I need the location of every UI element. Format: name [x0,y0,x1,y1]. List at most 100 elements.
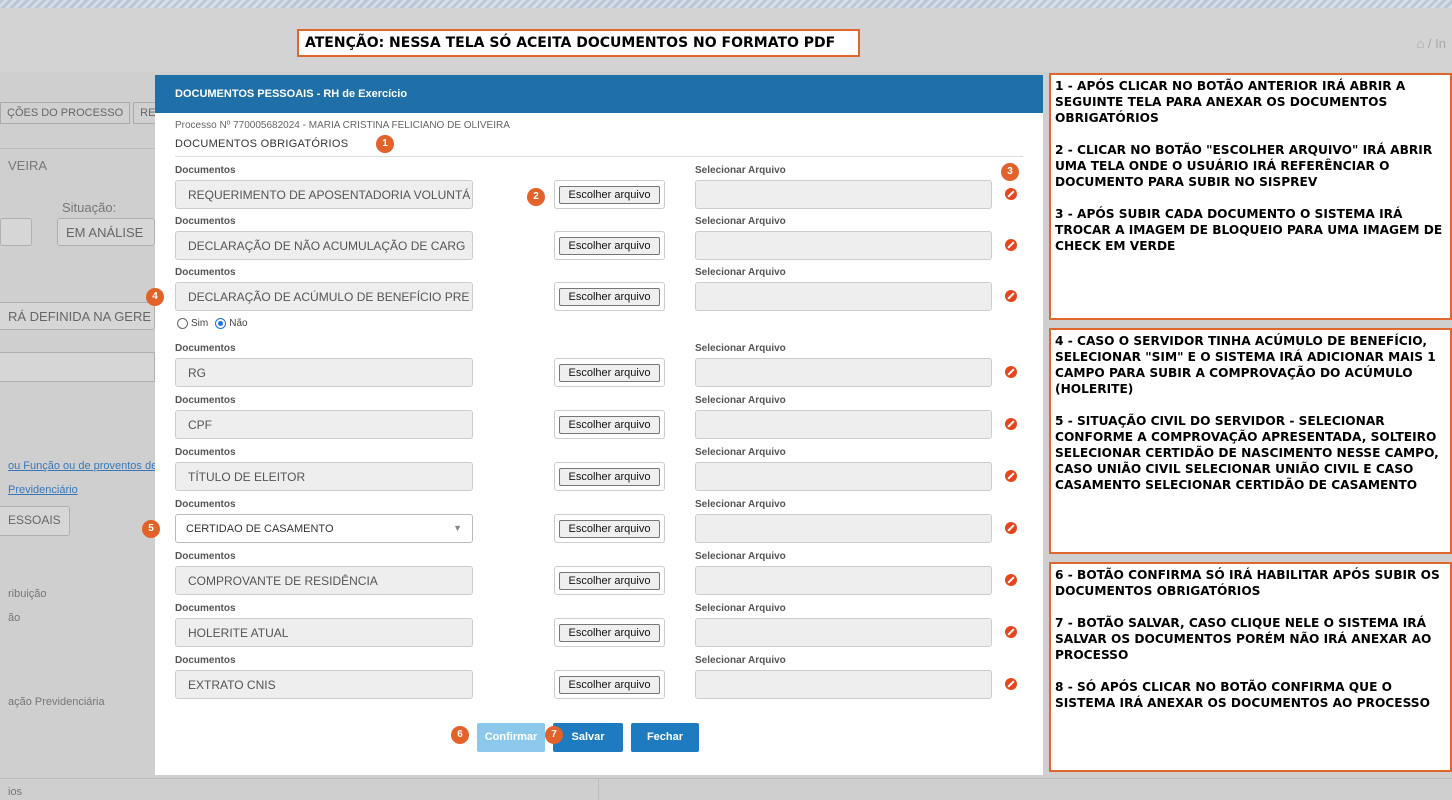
blocked-icon [1005,574,1017,586]
bg-text-1: ribuição [8,588,47,600]
document-row: Documentos Selecionar Arquivo CPF Escolh… [155,395,1043,446]
blocked-icon [1005,290,1017,302]
note-step-5: 5 - SITUAÇÃO CIVIL DO SERVIDOR - SELECIO… [1055,414,1439,492]
acumulo-radio-group: Sim Não [177,318,248,329]
bg-text-4: ios [8,786,23,798]
selected-file-field [695,180,992,209]
selecionar-label: Selecionar Arquivo [695,551,786,562]
home-icon[interactable]: ⌂ [1416,36,1424,51]
process-tabs: ÇÕES DO PROCESSO RE [0,102,163,124]
choose-file-button[interactable]: Escolher arquivo [559,676,660,694]
documentos-label: Documentos [175,165,236,176]
documents-modal: DOCUMENTOS PESSOAIS - RH de Exercício Pr… [142,75,1043,775]
radio-nao-label: Não [229,318,248,329]
gere-field[interactable]: RÁ DEFINIDA NA GERE [0,302,155,330]
bg-field[interactable] [0,218,32,246]
close-button[interactable]: Fechar [631,723,699,752]
documentos-label: Documentos [175,655,236,666]
document-field: TÍTULO DE ELEITOR [175,462,473,491]
radio-nao[interactable] [215,318,227,329]
modal-title: DOCUMENTOS PESSOAIS - RH de Exercício [155,75,1043,113]
file-input: Escolher arquivo [554,514,665,543]
note-step-3: 3 - APÓS SUBIR CADA DOCUMENTO O SISTEMA … [1055,207,1443,253]
selecionar-label: Selecionar Arquivo [695,603,786,614]
choose-file-button[interactable]: Escolher arquivo [559,520,660,538]
confirm-button[interactable]: Confirmar [477,723,545,752]
note-step-1: 1 - APÓS CLICAR NO BOTÃO ANTERIOR IRÁ AB… [1055,79,1406,125]
choose-file-button[interactable]: Escolher arquivo [559,624,660,642]
documentos-label: Documentos [175,216,236,227]
blocked-icon [1005,678,1017,690]
choose-file-button[interactable]: Escolher arquivo [559,237,660,255]
divider [0,148,155,149]
radio-sim[interactable] [177,318,188,329]
document-field: REQUERIMENTO DE APOSENTADORIA VOLUNTÁ [175,180,473,209]
step-badge-1: 1 [376,135,394,153]
selected-file-field [695,566,992,595]
situacao-field[interactable]: EM ANÁLISE [57,218,155,246]
documentos-label: Documentos [175,267,236,278]
document-row: Documentos Selecionar Arquivo DECLARAÇÃO… [155,216,1043,267]
document-row: Documentos Selecionar Arquivo REQUERIMEN… [155,165,1043,216]
documentos-label: Documentos [175,395,236,406]
documentos-label: Documentos [175,603,236,614]
instructions-note-1: 1 - APÓS CLICAR NO BOTÃO ANTERIOR IRÁ AB… [1049,73,1452,320]
step-badge-4: 4 [146,288,164,306]
blocked-icon [1005,522,1017,534]
blocked-icon [1005,188,1017,200]
processo-info: Processo Nº 770005682024 - MARIA CRISTIN… [175,120,510,131]
blocked-icon [1005,626,1017,638]
file-input: Escolher arquivo [554,231,665,260]
choose-file-button[interactable]: Escolher arquivo [559,572,660,590]
note-step-2: 2 - CLICAR NO BOTÃO "ESCOLHER ARQUIVO" I… [1055,143,1433,189]
file-input: Escolher arquivo [554,618,665,647]
note-step-4: 4 - CASO O SERVIDOR TINHA ACÚMULO DE BEN… [1055,334,1436,396]
document-row: Documentos Selecionar Arquivo DECLARAÇÃO… [155,267,1043,318]
bg-text-3: ação Previdenciária [8,696,105,708]
document-row: Documentos Selecionar Arquivo EXTRATO CN… [155,655,1043,706]
blocked-icon [1005,470,1017,482]
link-funcao[interactable]: ou Função ou de proventos de [8,460,157,472]
top-bar [0,0,1452,8]
selecionar-label: Selecionar Arquivo [695,216,786,227]
step-badge-2: 2 [527,188,545,206]
blocked-icon [1005,418,1017,430]
choose-file-button[interactable]: Escolher arquivo [559,416,660,434]
choose-file-button[interactable]: Escolher arquivo [559,186,660,204]
document-row: Documentos Selecionar Arquivo TÍTULO DE … [155,447,1043,498]
chevron-down-icon: ▼ [453,523,462,533]
pessoais-button[interactable]: ESSOAIS [0,506,70,536]
blocked-icon [1005,366,1017,378]
file-input: Escolher arquivo [554,462,665,491]
documentos-label: Documentos [175,499,236,510]
situacao-label: Situação: [62,200,117,215]
selecionar-label: Selecionar Arquivo [695,447,786,458]
file-input: Escolher arquivo [554,410,665,439]
section-title: DOCUMENTOS OBRIGATÓRIOS [175,138,349,150]
selected-file-field [695,231,992,260]
breadcrumb[interactable]: ⌂ / In [1416,36,1446,51]
choose-file-button[interactable]: Escolher arquivo [559,468,660,486]
save-button[interactable]: Salvar [553,723,623,752]
documentos-label: Documentos [175,447,236,458]
document-row: Documentos Selecionar Arquivo HOLERITE A… [155,603,1043,654]
choose-file-button[interactable]: Escolher arquivo [559,364,660,382]
choose-file-button[interactable]: Escolher arquivo [559,288,660,306]
instructions-note-2: 4 - CASO O SERVIDOR TINHA ACÚMULO DE BEN… [1049,328,1452,554]
tab-processo[interactable]: ÇÕES DO PROCESSO [0,102,131,124]
selecionar-label: Selecionar Arquivo [695,655,786,666]
bg-text-2: ão [8,612,21,624]
selecionar-label: Selecionar Arquivo [695,395,786,406]
selecionar-label: Selecionar Arquivo [695,499,786,510]
step-badge-3: 3 [1001,163,1019,181]
breadcrumb-text[interactable]: / In [1428,36,1446,51]
civil-status-select[interactable]: CERTIDAO DE CASAMENTO ▼ [175,514,473,543]
divider [598,778,599,800]
pdf-notice: ATENÇÃO: NESSA TELA SÓ ACEITA DOCUMENTOS… [297,29,860,57]
document-field: HOLERITE ATUAL [175,618,473,647]
link-previdenciario[interactable]: Previdenciário [8,484,78,496]
selected-file-field [695,358,992,387]
documentos-label: Documentos [175,551,236,562]
instructions-note-3: 6 - BOTÃO CONFIRMA SÓ IRÁ HABILITAR APÓS… [1049,562,1452,772]
document-row: Documentos Selecionar Arquivo COMPROVANT… [155,551,1043,602]
